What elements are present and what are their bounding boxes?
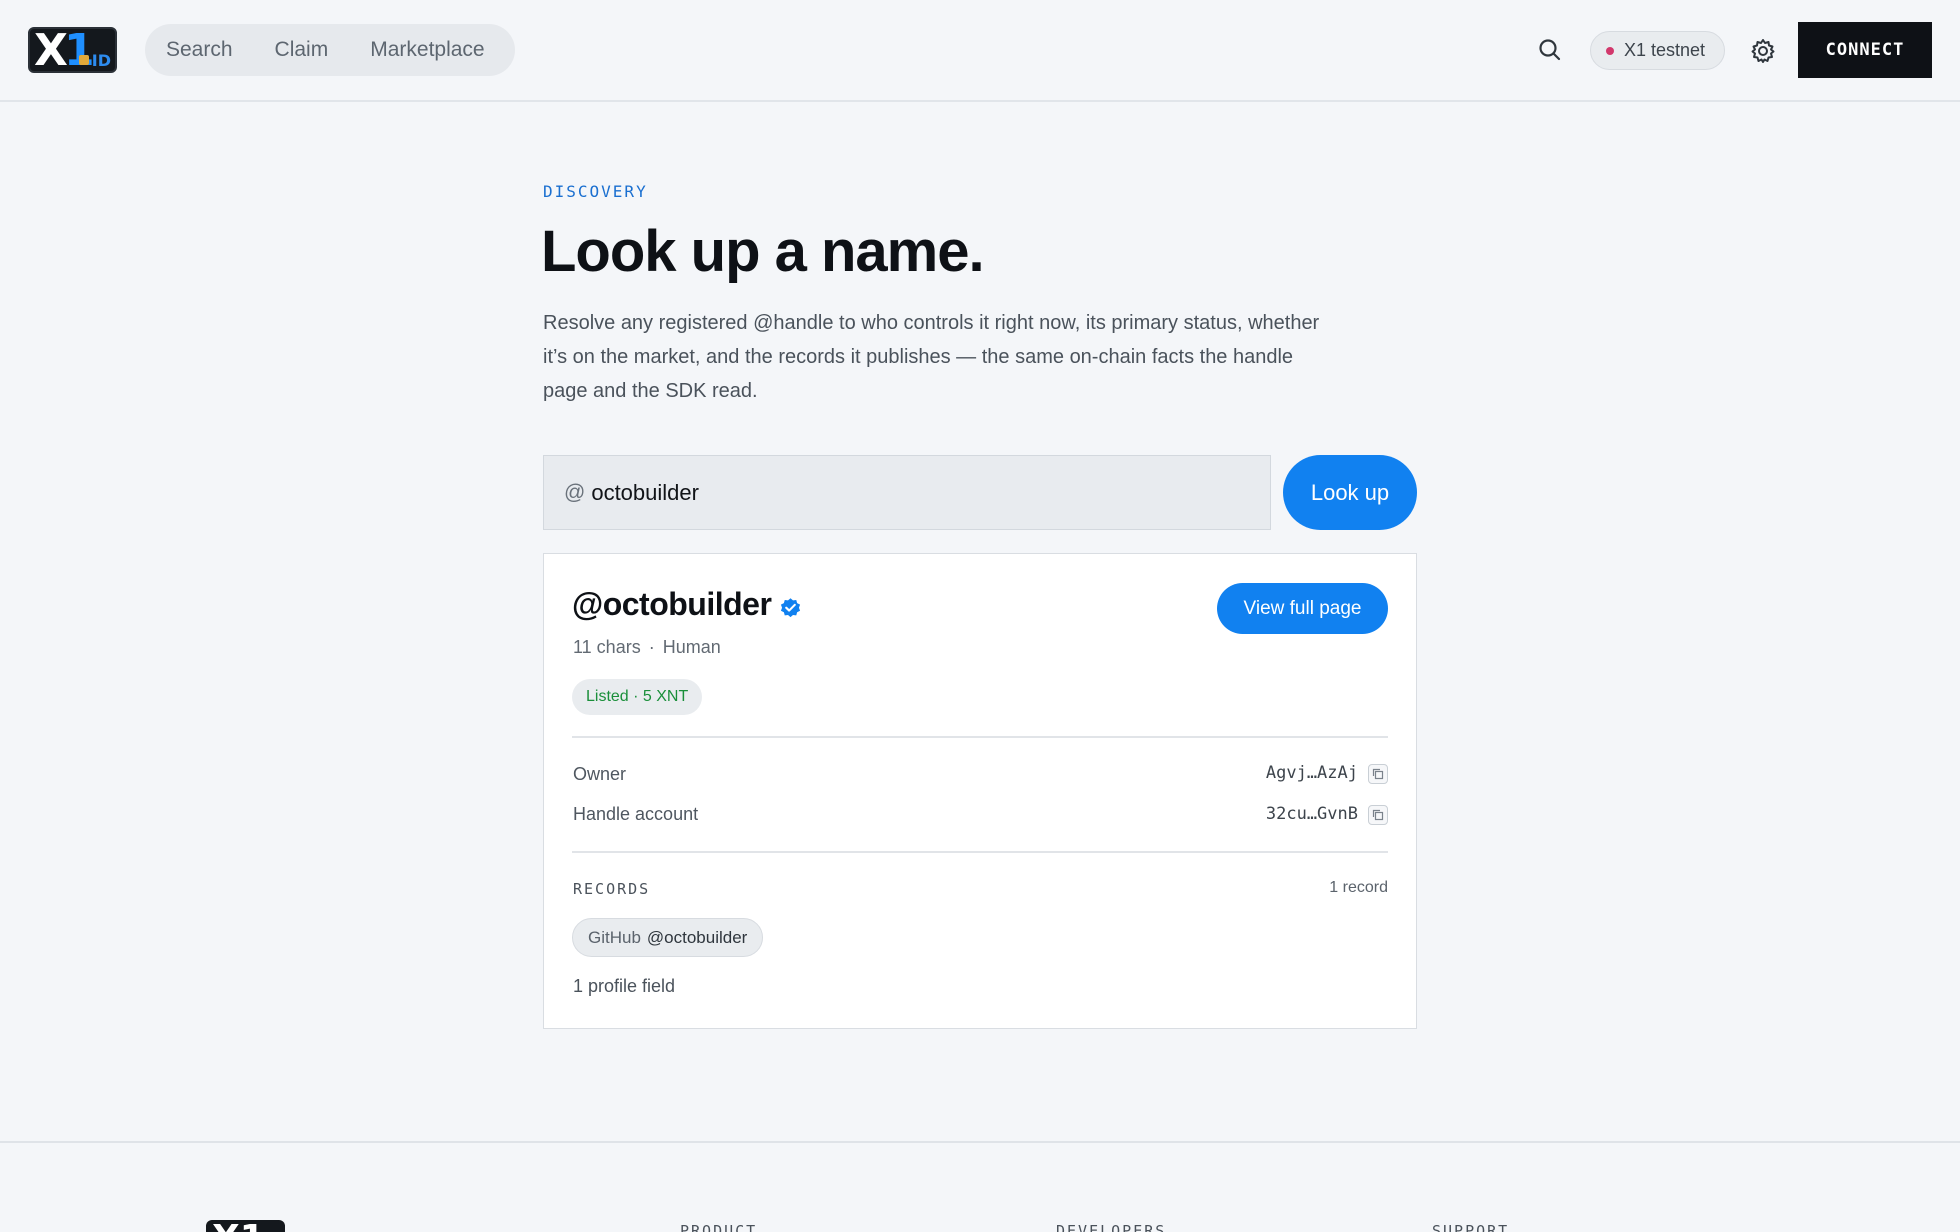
top-header: X1 ID Search Claim Marketplace X1 testne…: [0, 0, 1960, 102]
meta-separator: ·: [648, 637, 655, 657]
nav-claim[interactable]: Claim: [275, 38, 329, 62]
nav-marketplace[interactable]: Marketplace: [370, 38, 484, 62]
result-card: @octobuilder 11 chars · Human View full pa…: [543, 553, 1417, 1029]
logo-chip-icon: [79, 55, 89, 65]
footer-column-product: PRODUCT: [680, 1222, 758, 1232]
look-up-button[interactable]: Look up: [1283, 455, 1417, 530]
footer-logo[interactable]: X1: [206, 1220, 285, 1232]
network-status-dot: [1606, 46, 1614, 55]
footer-column-support: SUPPORT: [1432, 1222, 1510, 1232]
at-prefix: @: [564, 480, 586, 504]
page-title: Look up a name.: [541, 219, 985, 284]
owner-address: Agvj…AzAj: [1265, 763, 1358, 783]
divider: [572, 736, 1388, 738]
records-count: 1 record: [1329, 879, 1388, 896]
verified-check-icon: [779, 596, 802, 619]
main-nav: Search Claim Marketplace: [145, 24, 515, 76]
handle-kind: Human: [662, 637, 721, 657]
listing-status-badge: Listed · 5 XNT: [572, 679, 703, 715]
network-label: X1 testnet: [1624, 40, 1706, 60]
section-eyebrow: DISCOVERY: [543, 182, 648, 201]
search-icon[interactable]: [1536, 36, 1564, 64]
view-full-page-button[interactable]: View full page: [1217, 583, 1388, 634]
x1-id-logo[interactable]: X1 ID: [28, 27, 117, 73]
copy-handle-account-icon[interactable]: [1368, 805, 1388, 825]
footer-divider: [0, 1141, 1960, 1143]
handle-meta: 11 chars · Human: [573, 637, 721, 658]
copy-owner-icon[interactable]: [1368, 764, 1388, 784]
lookup-field: @: [543, 455, 1271, 530]
handle-account-label: Handle account: [573, 804, 699, 824]
record-value: @octobuilder: [646, 927, 748, 947]
handle-input[interactable]: [591, 479, 1192, 506]
logo-suffix: ID: [91, 51, 111, 70]
char-count: 11 chars: [573, 637, 641, 657]
owner-label: Owner: [573, 764, 627, 784]
records-heading: RECORDS: [573, 880, 651, 898]
divider: [572, 851, 1388, 853]
logo-text: X1: [34, 27, 95, 73]
handle-account-address: 32cu…GvnB: [1265, 804, 1358, 824]
gear-icon[interactable]: [1748, 36, 1778, 66]
connect-button[interactable]: CONNECT: [1798, 22, 1932, 78]
nav-search[interactable]: Search: [166, 38, 233, 62]
page-description: Resolve any registered @handle to who co…: [543, 312, 1320, 402]
record-platform: GitHub: [588, 927, 641, 947]
result-handle: @octobuilder: [572, 586, 772, 622]
record-chip-github[interactable]: GitHub @octobuilder: [572, 918, 764, 957]
network-selector[interactable]: X1 testnet: [1590, 31, 1725, 70]
footer-logo-text: X1: [212, 1220, 265, 1232]
profile-fields-count: 1 profile field: [573, 976, 676, 996]
footer-column-developers: DEVELOPERS: [1056, 1222, 1167, 1232]
